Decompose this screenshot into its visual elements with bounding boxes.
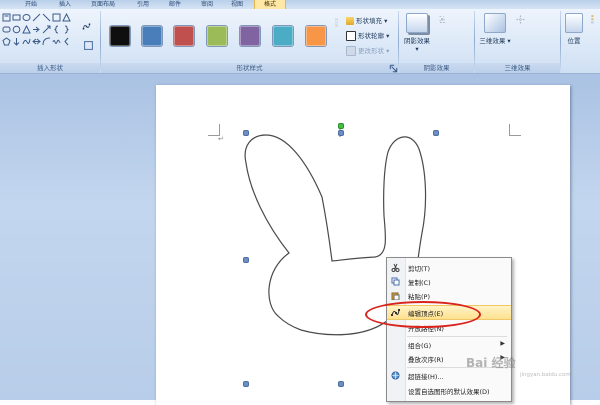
ribbon-tab-bar: 开始 插入 页面布局 引用 邮件 审阅 视图 格式 <box>0 0 600 10</box>
shape-gallery[interactable] <box>2 13 71 55</box>
arrow-shape-icon[interactable] <box>32 25 41 34</box>
selection-handle[interactable] <box>433 130 439 136</box>
menu-item-set-default-effect[interactable]: 设置自选图形的默认效果(D) <box>387 384 511 397</box>
shape-style-swatch-blue[interactable] <box>142 26 162 46</box>
menu-separator <box>407 336 507 337</box>
change-shape-icon <box>346 46 356 56</box>
shape-outline-button[interactable]: 形状轮廓 ▾ <box>346 31 389 41</box>
copy-icon <box>391 277 400 286</box>
tab-home[interactable]: 开始 <box>18 0 44 9</box>
pencil-icon <box>346 31 356 41</box>
tab-page-layout[interactable]: 页面布局 <box>86 0 120 9</box>
line-shape-icon[interactable] <box>42 13 51 22</box>
dialog-launcher-icon[interactable] <box>389 64 398 73</box>
scribble-shape-icon[interactable] <box>52 37 61 46</box>
selection-handle[interactable] <box>243 130 249 136</box>
draw-canvas-icon[interactable] <box>84 41 93 50</box>
tab-view[interactable]: 视图 <box>224 0 250 9</box>
menu-item-group[interactable]: 组合(G) ▶ <box>387 338 511 351</box>
shadow-nudge-controls[interactable] <box>438 15 468 49</box>
brace-shape-icon[interactable] <box>62 25 71 34</box>
menu-item-paste[interactable]: 粘贴(P) <box>387 289 511 302</box>
threed-cube-icon <box>484 13 506 33</box>
shape-style-swatch-orange[interactable] <box>306 26 326 46</box>
tab-mailings[interactable]: 邮件 <box>162 0 188 9</box>
hyperlink-icon <box>391 371 400 380</box>
rounded-rect-shape-icon[interactable] <box>2 25 11 34</box>
rectangle-shape-icon[interactable] <box>52 13 61 22</box>
threed-tilt-controls[interactable] <box>516 15 554 53</box>
group-label-threed-effects: 三维效果 <box>475 63 560 73</box>
submenu-arrow-icon: ▶ <box>500 340 505 347</box>
selection-handle[interactable] <box>338 381 344 387</box>
watermark-logo: Bai 经验 <box>466 356 516 370</box>
shape-style-swatch-teal[interactable] <box>273 26 293 46</box>
oval-shape-icon[interactable] <box>12 25 21 34</box>
curve-shape-icon[interactable] <box>42 37 51 46</box>
edit-shape-icon[interactable] <box>82 22 94 34</box>
shadow-effects-button[interactable]: 阴影效果 ▾ <box>402 13 432 53</box>
shape-fill-button[interactable]: 形状填充 ▾ <box>346 16 387 26</box>
shape-style-swatch-purple[interactable] <box>240 26 260 46</box>
context-menu: 剪切(T) 复制(C) 粘贴(P) 编辑顶点(E) 开放路径(N) 组合(G) … <box>386 257 512 402</box>
group-separator <box>398 11 399 71</box>
paint-bucket-icon <box>346 17 354 25</box>
group-label-shadow-effects: 阴影效果 <box>399 63 474 73</box>
position-button[interactable]: 位置 <box>563 13 585 45</box>
menu-item-cut[interactable]: 剪切(T) <box>387 261 511 274</box>
group-separator <box>560 11 561 71</box>
change-shape-button[interactable]: 更改形状 ▾ <box>346 46 389 56</box>
bracket-shape-icon[interactable] <box>62 37 71 46</box>
group-separator <box>100 11 101 71</box>
rotation-handle[interactable] <box>338 123 344 129</box>
menu-item-copy[interactable]: 复制(C) <box>387 275 511 288</box>
tab-review[interactable]: 审阅 <box>194 0 220 9</box>
arrow-shape-icon[interactable] <box>32 37 41 46</box>
text-box-shape-icon[interactable] <box>2 13 11 22</box>
scissors-icon <box>391 263 400 272</box>
selection-handle[interactable] <box>243 381 249 387</box>
paste-icon <box>391 292 400 300</box>
group-label-shape-styles: 形状样式 <box>101 63 398 73</box>
oval-shape-icon[interactable] <box>22 13 31 22</box>
shape-style-swatch-black[interactable] <box>110 26 130 46</box>
watermark-url: jingyan.baidu.com <box>520 372 571 378</box>
group-label-insert-shapes: 插入形状 <box>0 63 100 73</box>
freeform-shape-icon[interactable] <box>22 37 31 46</box>
position-icon <box>565 13 583 33</box>
arrange-mini-icons[interactable] <box>588 15 600 55</box>
brace-shape-icon[interactable] <box>52 25 61 34</box>
selection-handle[interactable] <box>338 130 344 136</box>
shape-style-swatch-red[interactable] <box>174 26 194 46</box>
triangle-shape-icon[interactable] <box>62 13 71 22</box>
threed-effects-button[interactable]: 三维效果 ▾ <box>478 13 512 45</box>
tab-insert[interactable]: 插入 <box>52 0 78 9</box>
tab-references[interactable]: 引用 <box>130 0 156 9</box>
triangle-shape-icon[interactable] <box>22 25 31 34</box>
pentagon-shape-icon[interactable] <box>2 37 11 46</box>
rectangle-shape-icon[interactable] <box>12 13 21 22</box>
line-shape-icon[interactable] <box>32 13 41 22</box>
selection-handle[interactable] <box>243 257 249 263</box>
arrow-shape-icon[interactable] <box>12 37 21 46</box>
shape-style-swatch-green[interactable] <box>207 26 227 46</box>
ribbon: 插入形状 形状填充 ▾ 形状轮廓 ▾ 更改形状 ▾ 形状样式 阴影效果 ▾ 阴影… <box>0 9 600 74</box>
shadow-icon <box>406 13 428 33</box>
group-separator <box>474 11 475 71</box>
arrow-shape-icon[interactable] <box>42 25 51 34</box>
style-gallery-scroll[interactable] <box>332 18 340 58</box>
highlight-annotation-ellipse <box>365 301 481 328</box>
